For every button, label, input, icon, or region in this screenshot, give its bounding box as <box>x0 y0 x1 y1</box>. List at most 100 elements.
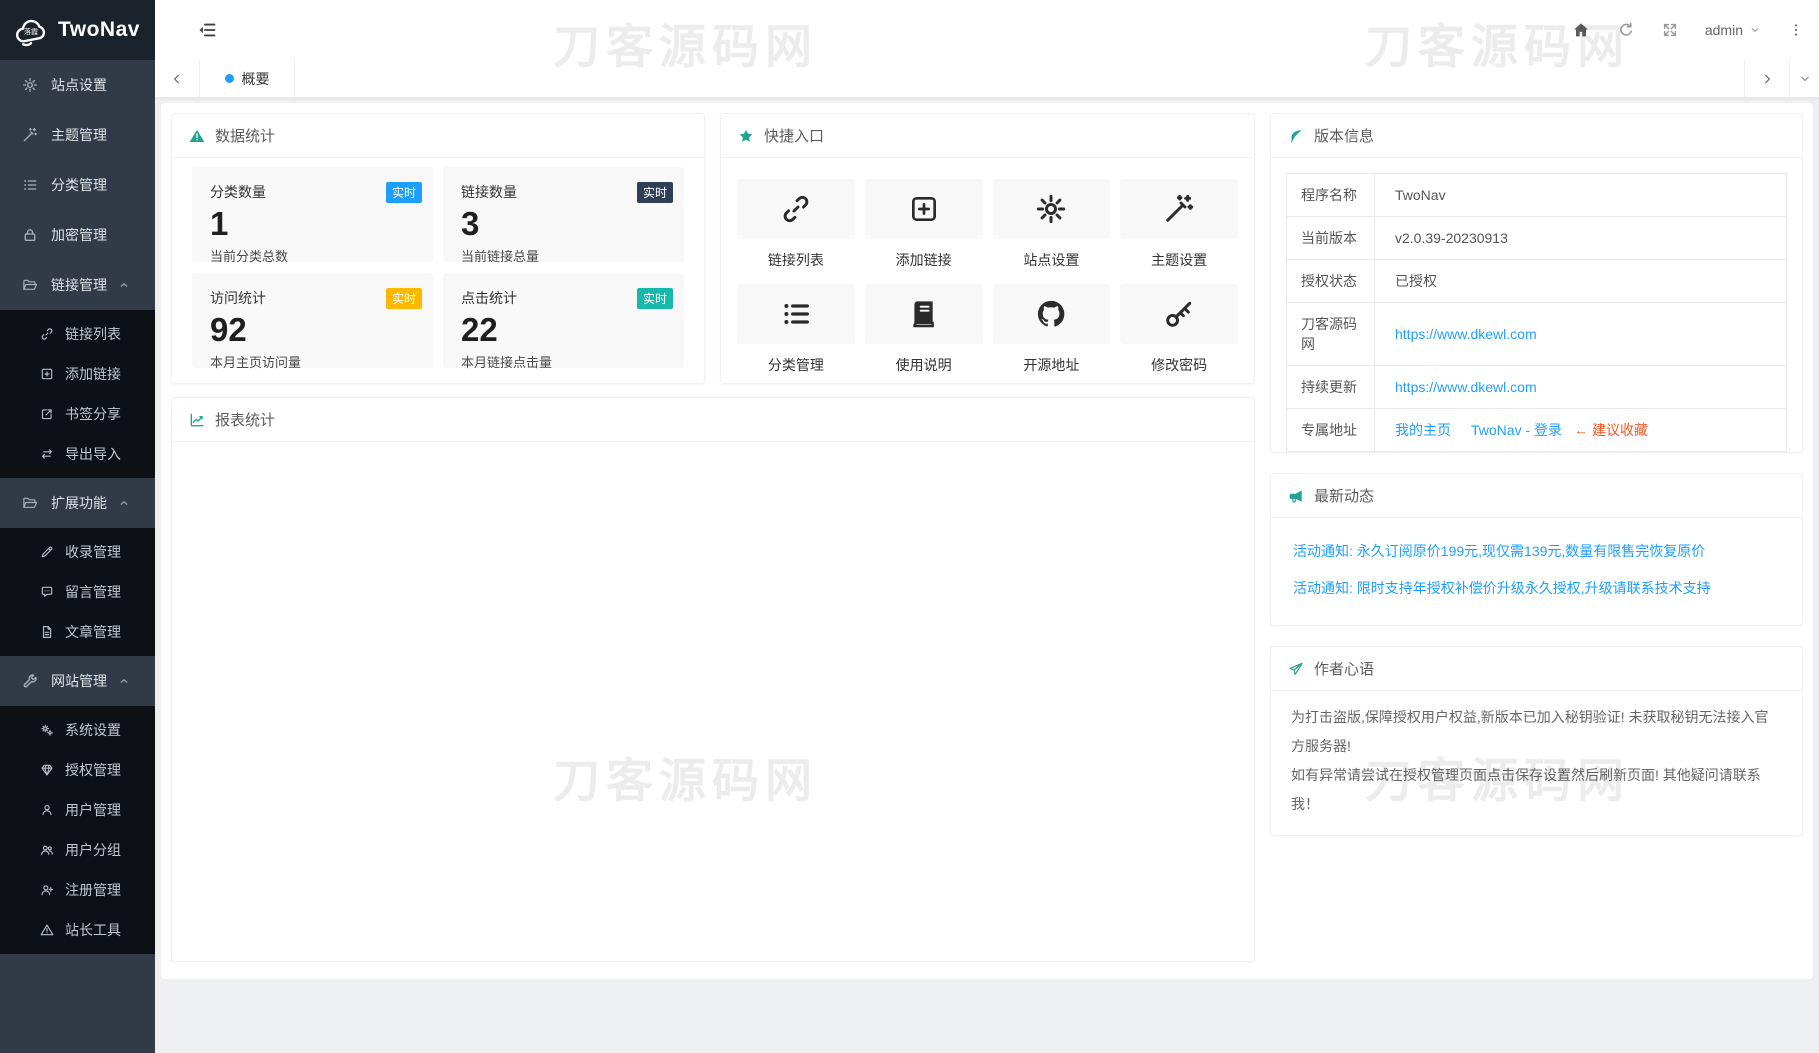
sidebar-item-authorization-management[interactable]: 授权管理 <box>0 750 155 790</box>
card-header: 报表统计 <box>172 398 1254 442</box>
quick-tile-theme-settings[interactable]: 主题设置 <box>1120 179 1238 284</box>
card-title: 作者心语 <box>1314 658 1374 679</box>
plus-square-icon <box>40 367 54 381</box>
data-statistics-card: 数据统计 分类数量 实时 1 当前分类总数 链接数量 实时 3 当前链接总量 访… <box>171 113 705 384</box>
sidebar-item-bookmark-share[interactable]: 书签分享 <box>0 394 155 434</box>
kebab-menu-icon[interactable] <box>1788 22 1804 38</box>
row-label: 持续更新 <box>1287 366 1375 409</box>
app-title: TwoNav <box>58 18 140 42</box>
report-statistics-card: 报表统计 <box>171 397 1255 962</box>
quick-tile-category-management[interactable]: 分类管理 <box>737 284 855 384</box>
sidebar-item-message-management[interactable]: 留言管理 <box>0 572 155 612</box>
fullscreen-icon[interactable] <box>1662 22 1678 38</box>
sidebar-item-label: 链接列表 <box>65 324 121 344</box>
sidebar: 落霞 TwoNav 站点设置 主题管理 分类管理 加密管理 链接管理 <box>0 0 155 1053</box>
stat-desc: 当前分类总数 <box>210 246 415 265</box>
sidebar-item-inclusion-management[interactable]: 收录管理 <box>0 532 155 572</box>
arrow-left-icon: ← <box>1574 422 1588 438</box>
list-icon <box>780 298 812 330</box>
sidebar-item-encryption-management[interactable]: 加密管理 <box>0 210 155 260</box>
news-list: 活动通知: 永久订阅原价199元,现仅需139元,数量有限售完恢复原价 活动通知… <box>1271 518 1802 625</box>
sidebar-item-category-management[interactable]: 分类管理 <box>0 160 155 210</box>
quick-tile-open-source[interactable]: 开源地址 <box>993 284 1111 384</box>
stat-desc: 当前链接总量 <box>461 246 666 265</box>
tab-scroll-right-button[interactable] <box>1744 60 1789 97</box>
wand-icon <box>1163 193 1195 225</box>
leaf-icon <box>1288 128 1304 144</box>
tile-label: 分类管理 <box>737 344 855 384</box>
row-label: 程序名称 <box>1287 174 1375 217</box>
quick-grid: 链接列表 添加链接 站点设置 主题设置 分类管理 <box>721 158 1254 384</box>
table-row: 专属地址 我的主页TwoNav - 登录←建议收藏 <box>1287 409 1787 452</box>
username: admin <box>1705 22 1743 38</box>
tile-label: 站点设置 <box>993 239 1111 284</box>
star-icon <box>738 128 754 144</box>
sidebar-item-label: 用户管理 <box>65 800 121 820</box>
news-link[interactable]: 活动通知: 限时支持年授权补偿价升级永久授权,升级请联系技术支持 <box>1293 578 1780 598</box>
chevron-down-icon <box>1799 73 1811 85</box>
quick-tile-usage-guide[interactable]: 使用说明 <box>865 284 983 384</box>
sidebar-item-system-settings[interactable]: 系统设置 <box>0 710 155 750</box>
quick-tile-add-link[interactable]: 添加链接 <box>865 179 983 284</box>
sidebar-item-theme-management[interactable]: 主题管理 <box>0 110 155 160</box>
sidebar-group-label: 链接管理 <box>51 275 107 295</box>
quick-tile-change-password[interactable]: 修改密码 <box>1120 284 1238 384</box>
sidebar-item-article-management[interactable]: 文章管理 <box>0 612 155 652</box>
sidebar-item-site-settings[interactable]: 站点设置 <box>0 60 155 110</box>
sidebar-nav: 站点设置 主题管理 分类管理 加密管理 链接管理 链接列表 添加链接 <box>0 60 155 954</box>
news-link[interactable]: 活动通知: 永久订阅原价199元,现仅需139元,数量有限售完恢复原价 <box>1293 541 1780 561</box>
home-icon[interactable] <box>1572 21 1590 39</box>
my-homepage-link[interactable]: 我的主页 <box>1395 422 1451 438</box>
stat-desc: 本月链接点击量 <box>461 352 666 371</box>
bullhorn-icon <box>1288 488 1304 504</box>
main-content: 数据统计 分类数量 实时 1 当前分类总数 链接数量 实时 3 当前链接总量 访… <box>155 98 1819 1053</box>
stat-label: 分类数量 <box>210 182 415 202</box>
sidebar-group-link-management[interactable]: 链接管理 <box>0 260 155 310</box>
sidebar-item-label: 注册管理 <box>65 880 121 900</box>
sidebar-item-link-list[interactable]: 链接列表 <box>0 314 155 354</box>
sidebar-item-registration-management[interactable]: 注册管理 <box>0 870 155 910</box>
realtime-badge: 实时 <box>637 182 673 203</box>
row-label: 刀客源码网 <box>1287 303 1375 366</box>
tab-menu-button[interactable] <box>1789 60 1819 97</box>
version-info-card: 版本信息 程序名称 TwoNav 当前版本 v2.0.39-20230913 <box>1270 113 1803 453</box>
author-words-card: 作者心语 为打击盗版,保障授权用户权益,新版本已加入秘钥验证! 未获取秘钥无法接… <box>1270 646 1803 836</box>
tab-scroll-left-button[interactable] <box>155 60 200 97</box>
sidebar-item-export-import[interactable]: 导出导入 <box>0 434 155 474</box>
sidebar-toggle-icon[interactable] <box>197 20 217 40</box>
refresh-icon[interactable] <box>1617 21 1635 39</box>
quick-tile-link-list[interactable]: 链接列表 <box>737 179 855 284</box>
list-icon <box>22 177 38 193</box>
update-link[interactable]: https://www.dkewl.com <box>1395 379 1537 395</box>
active-tab-dot <box>225 74 234 83</box>
dkewl-link[interactable]: https://www.dkewl.com <box>1395 326 1537 342</box>
sidebar-item-label: 用户分组 <box>65 840 121 860</box>
sidebar-item-label: 主题管理 <box>51 125 107 145</box>
sidebar-group-extensions[interactable]: 扩展功能 <box>0 478 155 528</box>
row-value: TwoNav <box>1375 174 1787 217</box>
login-link[interactable]: TwoNav - 登录 <box>1471 422 1562 438</box>
sidebar-item-add-link[interactable]: 添加链接 <box>0 354 155 394</box>
user-menu[interactable]: admin <box>1705 22 1761 38</box>
users-icon <box>40 843 54 857</box>
sidebar-group-website-management[interactable]: 网站管理 <box>0 656 155 706</box>
table-row: 当前版本 v2.0.39-20230913 <box>1287 217 1787 260</box>
sidebar-item-label: 收录管理 <box>65 542 121 562</box>
sidebar-item-label: 留言管理 <box>65 582 121 602</box>
tab-overview[interactable]: 概要 <box>200 60 295 97</box>
sidebar-item-user-management[interactable]: 用户管理 <box>0 790 155 830</box>
quick-tile-site-settings[interactable]: 站点设置 <box>993 179 1111 284</box>
card-header: 快捷入口 <box>721 114 1254 158</box>
author-line: 如有异常请尝试在授权管理页面点击保存设置然后刷新页面! 其他疑问请联系我！ <box>1291 761 1782 819</box>
sidebar-item-label: 站长工具 <box>65 920 121 940</box>
sidebar-item-label: 添加链接 <box>65 364 121 384</box>
cloud-logo-icon: 落霞 <box>13 15 49 45</box>
link-icon <box>40 327 54 341</box>
stat-value: 1 <box>210 205 415 243</box>
tab-label: 概要 <box>242 69 270 89</box>
sidebar-item-user-groups[interactable]: 用户分组 <box>0 830 155 870</box>
sidebar-item-webmaster-tools[interactable]: 站长工具 <box>0 910 155 950</box>
user-icon <box>40 803 54 817</box>
stat-category-count: 分类数量 实时 1 当前分类总数 <box>192 167 433 262</box>
table-row: 持续更新 https://www.dkewl.com <box>1287 366 1787 409</box>
